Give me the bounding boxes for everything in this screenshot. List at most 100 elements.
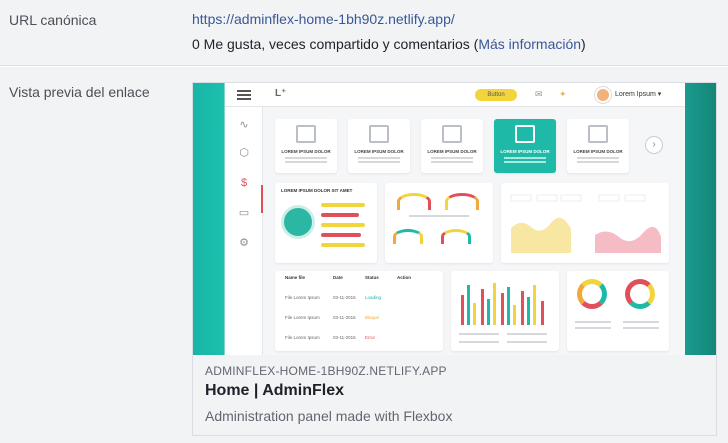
chart-bar [521, 291, 524, 325]
table-cell: Loading [365, 295, 382, 300]
chart-bar [513, 305, 516, 325]
tile-text-line [504, 157, 546, 159]
preview-domain: ADMINFLEX-HOME-1BH90Z.NETLIFY.APP [205, 364, 447, 378]
cards-icon: ▭ [238, 207, 250, 219]
monitor-icon [369, 125, 389, 143]
bar-chart [459, 281, 551, 325]
tile-text-line [431, 157, 473, 159]
link-preview-meta: ADMINFLEX-HOME-1BH90Z.NETLIFY.APP Home |… [193, 355, 716, 435]
mockup-tile: LOREM IPSUM DOLOR [348, 119, 410, 173]
canonical-url-row: URL canónica https://adminflex-home-1bh9… [0, 0, 728, 66]
money-icon: $ [240, 177, 248, 189]
map-panel: LOREM IPSUM DOLOR SIT AMET [275, 183, 377, 263]
panel-text-line [575, 321, 611, 323]
panel-text-line [623, 327, 659, 329]
cloud-icon [442, 125, 462, 143]
area-chart-graphic [510, 194, 661, 253]
menu-icon [237, 90, 251, 100]
table-cell: 03-11-2016 [333, 295, 356, 300]
more-info-link[interactable]: Más información [478, 36, 581, 52]
table-header-cell: Date [333, 275, 343, 280]
canonical-url-link[interactable]: https://adminflex-home-1bh90z.netlify.ap… [192, 11, 455, 27]
settings-icon: ⚙ [239, 237, 249, 249]
gauge-arc [441, 229, 471, 244]
tile-label: LOREM IPSUM DOLOR [281, 149, 331, 154]
legend-line [459, 333, 499, 335]
mail-icon: ✉ [535, 89, 543, 99]
link-preview-row: Vista previa del enlace L⁺ Button ✉ ✦ Lo… [0, 67, 728, 443]
table-row: File Lorem Ipsum 03-11-2016 Loading [281, 295, 435, 305]
cube-icon: ⬡ [239, 147, 249, 159]
chart-bar [533, 285, 536, 325]
panel-text-line [623, 321, 659, 323]
logo-icon: L⁺ [275, 88, 287, 99]
legend-line [507, 341, 547, 343]
preview-description: Administration panel made with Flexbox [205, 408, 453, 424]
table-cell: Error [365, 335, 375, 340]
gauge-arc [397, 193, 431, 210]
table-row: File Lorem Ipsum 03-11-2016 Bloqué [281, 315, 435, 325]
table-row: File Lorem Ipsum 03-11-2016 Error [281, 335, 435, 345]
table-cell: 03-11-2016 [333, 315, 356, 320]
chevron-right-icon: › [645, 136, 663, 154]
chart-bar [493, 283, 496, 325]
progress-bar [321, 233, 361, 237]
mockup-tile: LOREM IPSUM DOLOR [421, 119, 483, 173]
chart-bar [541, 301, 544, 325]
chart-bar [507, 287, 510, 325]
legend-line [507, 333, 547, 335]
stats-close-paren: ) [581, 36, 586, 52]
area-charts-panel [501, 183, 669, 263]
settings-box-icon [515, 125, 535, 143]
table-header-cell: Action [397, 275, 411, 280]
table-cell: Bloqué [365, 315, 380, 320]
mockup-topbar: L⁺ Button ✉ ✦ Lorem Ipsum ▾ [225, 83, 685, 107]
chart-icon: ∿ [239, 119, 249, 131]
chart-bar [501, 293, 504, 325]
tile-text-line [577, 157, 619, 159]
tile-label: LOREM IPSUM DOLOR [354, 149, 404, 154]
sidebar-active-indicator [261, 185, 263, 213]
shield-icon [588, 125, 608, 143]
gauge-arc [393, 229, 423, 244]
chart-bar [461, 295, 464, 325]
mockup-button: Button [475, 89, 517, 101]
table-cell: File Lorem Ipsum [285, 315, 320, 320]
donut-charts-panel [567, 271, 669, 351]
preview-title: Home | AdminFlex [205, 382, 345, 399]
tile-text-line [358, 157, 400, 159]
donut-chart [625, 279, 655, 309]
tile-label: LOREM IPSUM DOLOR [500, 149, 550, 154]
progress-bar [321, 243, 365, 247]
engagement-stats: 0 Me gusta, veces compartido y comentari… [192, 36, 586, 52]
mockup-tile-active: LOREM IPSUM DOLOR [494, 119, 556, 173]
table-cell: File Lorem Ipsum [285, 335, 320, 340]
bar-chart-panel [451, 271, 559, 351]
table-header: Name file Date Status Action [281, 275, 435, 285]
engagement-stats-text: 0 Me gusta, veces compartido y comentari… [192, 36, 479, 52]
donut-chart [577, 279, 607, 309]
tile-label: LOREM IPSUM DOLOR [573, 149, 623, 154]
chart-bar [467, 285, 470, 325]
avatar [595, 87, 611, 103]
tile-text-line [358, 161, 400, 163]
mockup-tile: LOREM IPSUM DOLOR [567, 119, 629, 173]
gauge-arc [445, 193, 479, 210]
tile-label: LOREM IPSUM DOLOR [427, 149, 477, 154]
panel-text-line [409, 215, 469, 217]
progress-bar [321, 203, 365, 207]
globe-icon [281, 205, 315, 239]
tile-text-line [577, 161, 619, 163]
canonical-url-label: URL canónica [9, 12, 97, 28]
table-header-cell: Name file [285, 275, 306, 280]
legend-line [459, 341, 499, 343]
tile-text-line [431, 161, 473, 163]
table-header-cell: Status [365, 275, 379, 280]
progress-bar [321, 223, 365, 227]
panel-text-line [575, 327, 611, 329]
notification-icon: ✦ [559, 89, 567, 99]
files-table-panel: Name file Date Status Action File Lorem … [275, 271, 443, 351]
tile-text-line [285, 161, 327, 163]
preview-image: L⁺ Button ✉ ✦ Lorem Ipsum ▾ ∿ ⬡ $ ▭ ⚙ LO… [193, 83, 716, 355]
link-preview-card[interactable]: L⁺ Button ✉ ✦ Lorem Ipsum ▾ ∿ ⬡ $ ▭ ⚙ LO… [192, 82, 717, 436]
